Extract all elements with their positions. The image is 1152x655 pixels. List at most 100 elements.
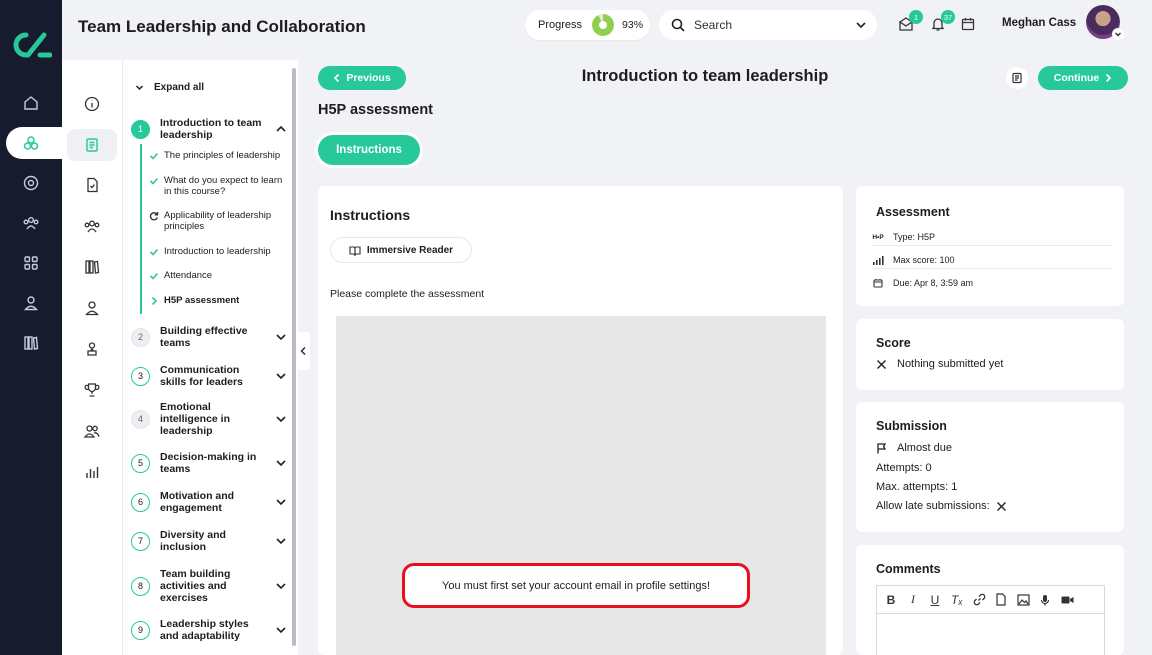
info-icon[interactable] xyxy=(78,90,106,118)
max-score-value: Max score: 100 xyxy=(893,255,955,265)
main-sidebar xyxy=(0,0,76,655)
submission-status: Almost due xyxy=(876,442,952,454)
messages-button[interactable]: 1 xyxy=(898,10,923,34)
italic-icon[interactable]: I xyxy=(905,592,921,608)
module-item[interactable]: 9 Leadership styles and adaptability xyxy=(131,618,287,642)
chevron-down-icon[interactable] xyxy=(275,496,287,508)
lesson-item[interactable]: What do you expect to learn in this cour… xyxy=(149,175,289,197)
chevron-down-icon xyxy=(135,85,144,91)
module-title: Diversity and inclusion xyxy=(160,529,226,553)
lesson-item[interactable]: Applicability of leadership principles xyxy=(149,210,289,232)
module-item[interactable]: 6 Motivation and engagement xyxy=(131,490,287,514)
lesson-item[interactable]: The principles of leadership xyxy=(149,150,289,161)
refresh-icon xyxy=(149,212,159,221)
module-number: 2 xyxy=(131,327,150,347)
chevron-right-icon xyxy=(151,296,158,306)
document-icon[interactable] xyxy=(78,171,106,199)
lesson-item-current[interactable]: H5P assessment xyxy=(149,295,289,306)
home-icon[interactable] xyxy=(18,90,44,116)
continue-button[interactable]: Continue xyxy=(1038,66,1128,90)
clear-format-icon[interactable]: Tₓ xyxy=(949,592,965,608)
flag-icon xyxy=(877,442,887,453)
group-icon[interactable] xyxy=(78,417,106,445)
team-icon[interactable] xyxy=(78,212,106,240)
chevron-left-icon xyxy=(334,73,340,83)
avatar-chevron-down-icon[interactable] xyxy=(1112,28,1124,40)
image-icon[interactable] xyxy=(1015,592,1031,608)
link-icon[interactable] xyxy=(971,592,987,608)
underline-icon[interactable]: U xyxy=(927,592,943,608)
people-icon[interactable] xyxy=(18,210,44,236)
search-box[interactable] xyxy=(659,10,877,40)
expand-all-toggle[interactable]: Expand all xyxy=(135,82,204,93)
module-item[interactable]: 1 Introduction to team leadership xyxy=(131,117,287,141)
compass-icon[interactable] xyxy=(18,170,44,196)
user-name[interactable]: Meghan Cass xyxy=(1002,17,1076,29)
chevron-down-icon[interactable] xyxy=(275,413,287,425)
lesson-item[interactable]: Attendance xyxy=(149,270,289,281)
lesson-item[interactable]: Introduction to leadership xyxy=(149,246,289,257)
module-number: 4 xyxy=(131,409,150,429)
calendar-button[interactable] xyxy=(960,16,978,34)
bold-icon[interactable]: B xyxy=(883,592,899,608)
calendar-icon xyxy=(872,278,884,288)
search-icon xyxy=(671,18,685,32)
video-icon[interactable] xyxy=(1059,592,1075,608)
user-icon[interactable] xyxy=(18,290,44,316)
app-logo[interactable] xyxy=(10,30,52,60)
immersive-reader-button[interactable]: Immersive Reader xyxy=(330,237,472,263)
tab-instructions[interactable]: Instructions xyxy=(318,135,420,165)
chevron-down-icon[interactable] xyxy=(855,19,867,31)
module-title: Introduction to team leadership xyxy=(160,117,262,141)
award-user-icon[interactable] xyxy=(78,335,106,363)
module-number: 3 xyxy=(131,366,150,386)
assessment-due: Due: Apr 8, 3:59 am xyxy=(872,278,1112,291)
lessons-icon[interactable] xyxy=(67,129,117,161)
module-title: Team building activities and exercises xyxy=(160,568,231,604)
module-title: Leadership styles and adaptability xyxy=(160,618,249,642)
module-number: 9 xyxy=(131,620,150,640)
module-item[interactable]: 8 Team building activities and exercises xyxy=(131,568,287,604)
lesson-title: Applicability of leadership principles xyxy=(164,210,272,232)
file-icon[interactable] xyxy=(993,592,1009,608)
chevron-down-icon[interactable] xyxy=(275,580,287,592)
section-title: H5P assessment xyxy=(318,102,434,118)
profile-icon[interactable] xyxy=(78,294,106,322)
progress-indicator[interactable]: Progress 93% xyxy=(525,10,650,40)
module-item[interactable]: 5 Decision-making in teams xyxy=(131,451,287,475)
learning-icon[interactable] xyxy=(18,130,44,156)
h5p-frame: You must first set your account email in… xyxy=(336,316,826,655)
submission-heading: Submission xyxy=(876,419,947,433)
search-input[interactable] xyxy=(694,18,834,32)
trophy-icon[interactable] xyxy=(78,376,106,404)
comment-editor[interactable]: B I U Tₓ xyxy=(876,585,1105,655)
module-item[interactable]: 2 Building effective teams xyxy=(131,325,287,349)
module-item[interactable]: 7 Diversity and inclusion xyxy=(131,529,287,553)
module-item[interactable]: 4 Emotional intelligence in leadership xyxy=(131,401,287,437)
books-icon[interactable] xyxy=(78,253,106,281)
progress-ring-icon xyxy=(592,14,615,36)
stats-icon[interactable] xyxy=(78,458,106,486)
module-item[interactable]: 3 Communication skills for leaders xyxy=(131,364,287,388)
previous-label: Previous xyxy=(346,72,391,84)
chevron-down-icon[interactable] xyxy=(275,331,287,343)
continue-label: Continue xyxy=(1053,72,1100,84)
chevron-up-icon[interactable] xyxy=(275,123,287,135)
library-icon[interactable] xyxy=(18,330,44,356)
chevron-down-icon[interactable] xyxy=(275,457,287,469)
book-reader-icon xyxy=(349,245,361,256)
chevron-down-icon[interactable] xyxy=(275,624,287,636)
collapse-sidebar-button[interactable] xyxy=(296,332,310,370)
notes-button[interactable] xyxy=(1006,67,1028,89)
previous-button[interactable]: Previous xyxy=(318,66,406,90)
due-value: Due: Apr 8, 3:59 am xyxy=(893,278,974,288)
apps-icon[interactable] xyxy=(18,250,44,276)
notifications-button[interactable]: 37 xyxy=(930,10,955,34)
module-title: Building effective teams xyxy=(160,325,248,349)
chevron-down-icon[interactable] xyxy=(275,370,287,382)
audio-icon[interactable] xyxy=(1037,592,1053,608)
course-title: Team Leadership and Collaboration xyxy=(78,17,366,36)
chevron-down-icon[interactable] xyxy=(275,535,287,547)
calendar-icon xyxy=(961,18,975,31)
submission-card: Submission Almost due Attempts: 0 Max. a… xyxy=(856,402,1124,532)
